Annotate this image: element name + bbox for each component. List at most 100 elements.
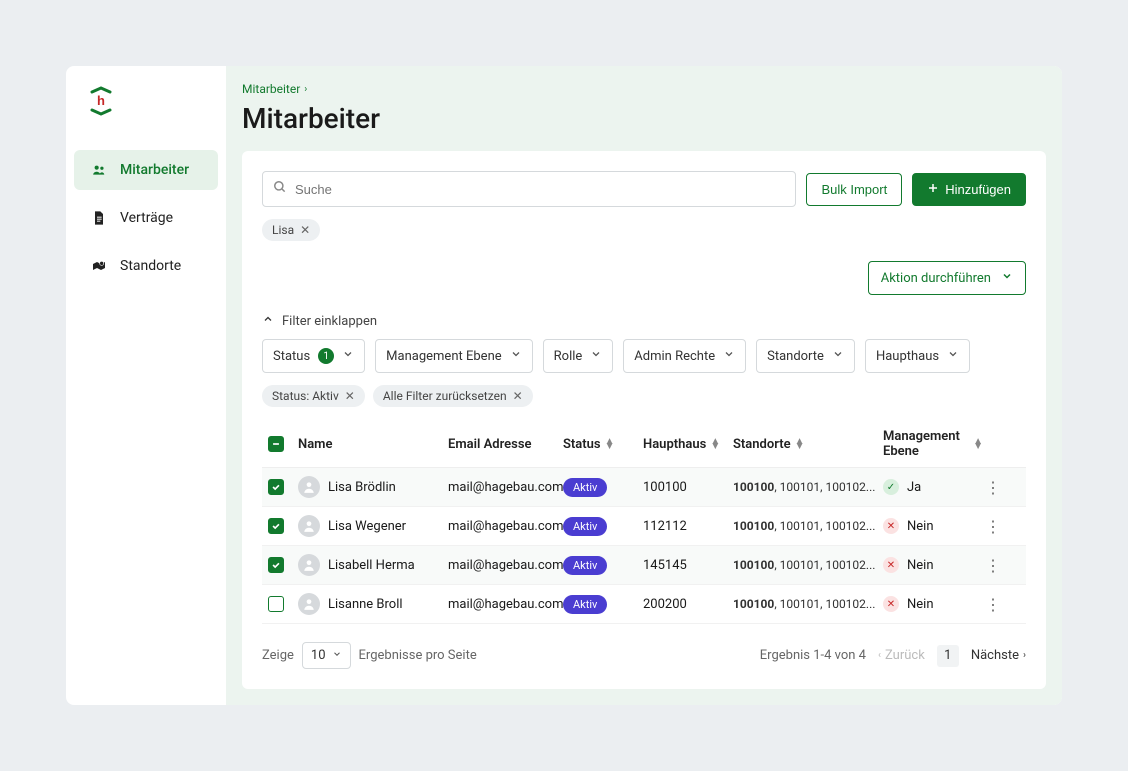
- employee-name: Lisa Brödlin: [328, 480, 396, 495]
- avatar: [298, 554, 320, 576]
- filter-management[interactable]: Management Ebene: [375, 339, 532, 373]
- per-page-label: Ergebnisse pro Seite: [359, 648, 477, 663]
- search-input[interactable]: [295, 182, 785, 197]
- status-badge: Aktiv: [563, 517, 607, 536]
- check-circle-icon: ✓: [883, 479, 899, 495]
- bulk-import-button[interactable]: Bulk Import: [806, 173, 902, 206]
- people-icon: [90, 162, 108, 178]
- search-chip[interactable]: Lisa ✕: [262, 219, 320, 241]
- col-standorte[interactable]: Standorte▲▼: [733, 437, 883, 452]
- chevron-down-icon: [947, 348, 959, 364]
- filter-role[interactable]: Rolle: [543, 339, 614, 373]
- row-checkbox[interactable]: [268, 479, 284, 495]
- row-menu-button[interactable]: ⋮: [983, 517, 1003, 536]
- dropdown-label: Aktion durchführen: [881, 271, 991, 286]
- haupthaus-value: 112112: [643, 519, 733, 534]
- sort-icon: ▲▼: [795, 439, 805, 449]
- chevron-down-icon: [332, 648, 342, 663]
- filter-label: Admin Rechte: [634, 349, 715, 364]
- status-badge: Aktiv: [563, 478, 607, 497]
- sidebar-item-label: Verträge: [120, 210, 173, 226]
- next-page-button[interactable]: Nächste ›: [971, 648, 1026, 663]
- search-chips: Lisa ✕: [262, 219, 1026, 241]
- filter-chip-status[interactable]: Status: Aktiv ✕: [262, 385, 365, 407]
- col-email[interactable]: Email Adresse: [448, 437, 563, 452]
- employee-email: mail@hagebau.com: [448, 519, 563, 534]
- plus-icon: [927, 182, 939, 197]
- haupthaus-value: 145145: [643, 558, 733, 573]
- sort-icon: ▲▼: [973, 439, 983, 449]
- active-filter-chips: Status: Aktiv ✕ Alle Filter zurücksetzen…: [262, 385, 1026, 407]
- filter-status[interactable]: Status 1: [262, 339, 365, 373]
- prev-page-button[interactable]: ‹ Zurück: [878, 648, 925, 663]
- sidebar-item-label: Mitarbeiter: [120, 162, 189, 178]
- table-row: Lisa Brödlinmail@hagebau.comAktiv1001001…: [262, 468, 1026, 507]
- breadcrumb[interactable]: Mitarbeiter ›: [242, 82, 1046, 96]
- management-value: Nein: [907, 519, 934, 534]
- employee-name: Lisa Wegener: [328, 519, 406, 534]
- app-logo: h: [86, 86, 116, 116]
- management-cell: ✓Ja: [883, 479, 983, 495]
- search-icon: [273, 180, 287, 198]
- row-menu-button[interactable]: ⋮: [983, 478, 1003, 497]
- close-icon[interactable]: ✕: [513, 389, 523, 403]
- chevron-up-icon: [262, 313, 274, 329]
- show-label: Zeige: [262, 648, 294, 663]
- col-management[interactable]: Management Ebene▲▼: [883, 429, 983, 459]
- col-name[interactable]: Name: [298, 437, 448, 452]
- chip-label: Alle Filter zurücksetzen: [383, 389, 507, 403]
- chevron-right-icon: ›: [1023, 650, 1026, 661]
- current-page[interactable]: 1: [937, 645, 959, 667]
- filter-count-badge: 1: [318, 348, 334, 364]
- button-label: Hinzufügen: [945, 182, 1011, 197]
- filter-chip-reset[interactable]: Alle Filter zurücksetzen ✕: [373, 385, 533, 407]
- chip-label: Lisa: [272, 223, 294, 237]
- sidebar-item-standorte[interactable]: Standorte: [74, 246, 218, 286]
- col-haupthaus[interactable]: Haupthaus▲▼: [643, 437, 733, 452]
- filter-label: Haupthaus: [876, 349, 939, 364]
- row-checkbox[interactable]: [268, 557, 284, 573]
- content-panel: Bulk Import Hinzufügen Lisa ✕: [242, 151, 1046, 689]
- row-menu-button[interactable]: ⋮: [983, 556, 1003, 575]
- search-input-wrap[interactable]: [262, 171, 796, 207]
- page-size-value: 10: [311, 648, 326, 663]
- sidebar-item-mitarbeiter[interactable]: Mitarbeiter: [74, 150, 218, 190]
- filter-main-house[interactable]: Haupthaus: [865, 339, 970, 373]
- row-checkbox[interactable]: [268, 596, 284, 612]
- sort-icon: ▲▼: [605, 439, 615, 449]
- filter-collapse-toggle[interactable]: Filter einklappen: [262, 313, 1026, 329]
- collapse-label: Filter einklappen: [282, 314, 377, 329]
- row-menu-button[interactable]: ⋮: [983, 595, 1003, 614]
- management-cell: ✕Nein: [883, 596, 983, 612]
- filter-label: Standorte: [767, 349, 824, 364]
- chevron-right-icon: ›: [304, 84, 307, 95]
- status-badge: Aktiv: [563, 595, 607, 614]
- result-range: Ergebnis 1-4 von 4: [760, 648, 866, 663]
- avatar: [298, 476, 320, 498]
- col-status[interactable]: Status▲▼: [563, 437, 643, 452]
- main-content: Mitarbeiter › Mitarbeiter Bulk Import: [226, 66, 1062, 705]
- employee-name: Lisabell Herma: [328, 558, 415, 573]
- standorte-value: 100100, 100101, 100102...: [733, 597, 883, 611]
- close-icon[interactable]: ✕: [300, 223, 310, 237]
- chevron-down-icon: [510, 348, 522, 364]
- employee-email: mail@hagebau.com: [448, 597, 563, 612]
- employee-email: mail@hagebau.com: [448, 480, 563, 495]
- bulk-action-dropdown[interactable]: Aktion durchführen: [868, 261, 1026, 295]
- name-cell: Lisa Wegener: [298, 515, 448, 537]
- filter-label: Management Ebene: [386, 349, 501, 364]
- filter-admin[interactable]: Admin Rechte: [623, 339, 746, 373]
- close-icon[interactable]: ✕: [345, 389, 355, 403]
- filter-label: Status: [273, 349, 310, 364]
- select-all-checkbox[interactable]: [268, 436, 284, 452]
- sidebar-item-verträge[interactable]: Verträge: [74, 198, 218, 238]
- filter-locations[interactable]: Standorte: [756, 339, 855, 373]
- sidebar-item-label: Standorte: [120, 258, 181, 274]
- standorte-value: 100100, 100101, 100102...: [733, 480, 883, 494]
- page-size-select[interactable]: 10: [302, 642, 351, 669]
- row-checkbox[interactable]: [268, 518, 284, 534]
- add-button[interactable]: Hinzufügen: [912, 173, 1026, 206]
- svg-text:h: h: [97, 93, 105, 108]
- avatar: [298, 515, 320, 537]
- toolbar: Bulk Import Hinzufügen: [262, 171, 1026, 207]
